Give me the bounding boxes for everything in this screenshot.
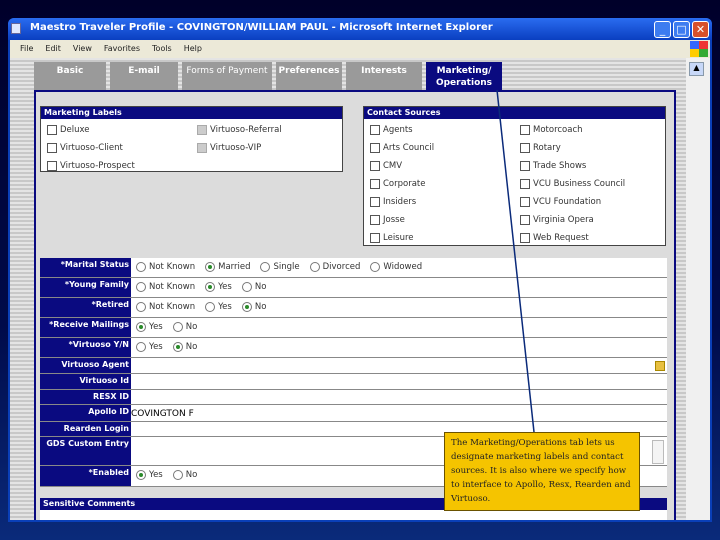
- callout-note: The Marketing/Operations tab lets us des…: [444, 432, 640, 511]
